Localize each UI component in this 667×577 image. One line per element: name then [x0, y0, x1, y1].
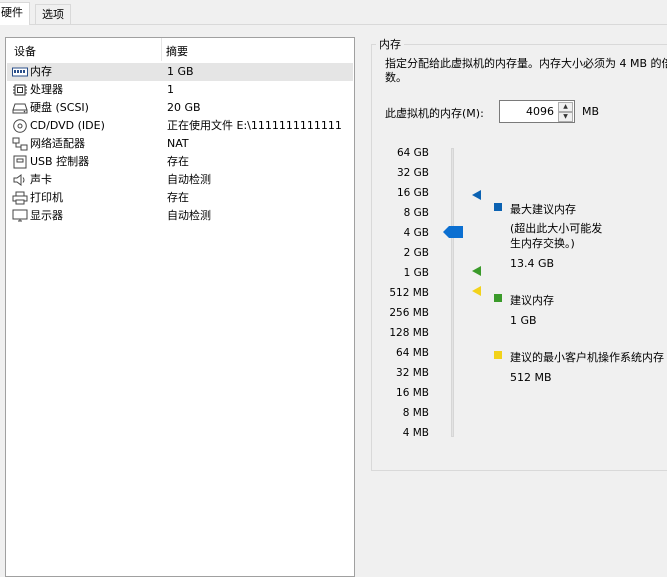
cpu-icon: [13, 84, 27, 96]
scale-label: 512 MB: [389, 287, 429, 299]
speaker-icon: [13, 174, 25, 186]
min-recommended-marker: [472, 286, 481, 296]
device-summary: 1 GB: [167, 65, 194, 78]
device-name: 声卡: [30, 173, 52, 186]
recommended-marker: [472, 266, 481, 276]
scale-label: 1 GB: [403, 267, 429, 279]
min-legend-value: 512 MB: [510, 371, 552, 384]
device-list-header: 设备 摘要: [6, 38, 354, 61]
device-row-hard-disk[interactable]: 硬盘 (SCSI) 20 GB: [7, 99, 353, 117]
scale-label: 4 MB: [402, 427, 429, 439]
network-adapter-icon: [12, 137, 28, 151]
device-row-printer[interactable]: 打印机 存在: [7, 189, 353, 207]
column-header-summary[interactable]: 摘要: [166, 43, 188, 59]
device-summary: 正在使用文件 E:\1111111111111: [167, 119, 342, 132]
scale-label: 64 GB: [396, 147, 429, 159]
device-name: USB 控制器: [30, 155, 90, 168]
scale-label: 16 MB: [396, 387, 429, 399]
device-summary: NAT: [167, 137, 189, 150]
device-summary: 1: [167, 83, 174, 96]
cd-dvd-icon: [13, 119, 27, 133]
max-legend-swatch: [494, 203, 502, 211]
scale-label: 8 MB: [402, 407, 429, 419]
min-legend-swatch: [494, 351, 502, 359]
min-legend-title: 建议的最小客户机操作系统内存: [510, 351, 664, 364]
memory-value[interactable]: 4096: [526, 105, 554, 118]
device-summary: 自动检测: [167, 209, 211, 222]
memory-slider-thumb[interactable]: [443, 226, 463, 238]
scale-label: 4 GB: [403, 227, 429, 239]
max-legend-value: 13.4 GB: [510, 257, 555, 270]
device-row-display[interactable]: 显示器 自动检测: [7, 207, 353, 225]
device-summary: 20 GB: [167, 101, 201, 114]
device-name: 网络适配器: [30, 137, 85, 150]
scale-label: 16 GB: [396, 187, 429, 199]
device-row-memory[interactable]: 内存 1 GB: [7, 63, 353, 81]
memory-spinbox[interactable]: 4096 ▲ ▼: [499, 100, 575, 123]
memory-unit: MB: [582, 105, 600, 118]
memory-description: 指定分配给此虚拟机的内存量。内存大小必须为 4 MB 的倍数。: [385, 57, 667, 84]
scale-label: 2 GB: [403, 247, 429, 259]
device-name: 打印机: [30, 191, 63, 204]
memory-slider-track[interactable]: [451, 148, 454, 437]
scale-label: 8 GB: [403, 207, 429, 219]
recommended-legend-value: 1 GB: [510, 314, 537, 327]
device-summary: 存在: [167, 191, 189, 204]
device-row-network-adapter[interactable]: 网络适配器 NAT: [7, 135, 353, 153]
column-header-device[interactable]: 设备: [14, 43, 36, 59]
memory-group-title: 内存: [376, 36, 404, 52]
printer-icon: [12, 191, 28, 205]
spin-up-button[interactable]: ▲: [558, 102, 573, 112]
device-name: 显示器: [30, 209, 63, 222]
tab-hardware[interactable]: 硬件: [0, 2, 30, 25]
scale-label: 256 MB: [389, 307, 429, 319]
tab-bar: 硬件 选项: [0, 0, 667, 25]
max-legend-title: 最大建议内存: [510, 203, 576, 216]
device-row-cd-dvd[interactable]: CD/DVD (IDE) 正在使用文件 E:\1111111111111: [7, 117, 353, 135]
device-summary: 自动检测: [167, 173, 211, 186]
scale-label: 128 MB: [389, 327, 429, 339]
scale-label: 32 MB: [396, 367, 429, 379]
hard-disk-icon: [12, 103, 28, 114]
tab-options[interactable]: 选项: [35, 4, 71, 24]
max-legend-note: (超出此大小可能发生内存交换。): [510, 222, 603, 250]
max-recommended-marker: [472, 190, 481, 200]
device-summary: 存在: [167, 155, 189, 168]
column-separator[interactable]: [161, 38, 162, 61]
monitor-icon: [12, 209, 28, 222]
scale-label: 64 MB: [396, 347, 429, 359]
device-row-processor[interactable]: 处理器 1: [7, 81, 353, 99]
device-name: 硬盘 (SCSI): [30, 101, 89, 114]
device-row-sound-card[interactable]: 声卡 自动检测: [7, 171, 353, 189]
device-list[interactable]: 设备 摘要 内存 1 GB 处理器 1 硬盘 (SCSI) 20 GB CD/D…: [5, 37, 355, 577]
memory-icon: [12, 67, 28, 77]
device-name: 内存: [30, 65, 52, 78]
usb-icon: [13, 155, 27, 169]
spin-down-button[interactable]: ▼: [558, 112, 573, 122]
device-name: CD/DVD (IDE): [30, 119, 105, 132]
recommended-legend-title: 建议内存: [510, 294, 554, 307]
device-row-usb-controller[interactable]: USB 控制器 存在: [7, 153, 353, 171]
device-name: 处理器: [30, 83, 63, 96]
recommended-legend-swatch: [494, 294, 502, 302]
tab-divider: [0, 24, 667, 25]
scale-label: 32 GB: [396, 167, 429, 179]
memory-field-label: 此虚拟机的内存(M):: [385, 107, 484, 120]
